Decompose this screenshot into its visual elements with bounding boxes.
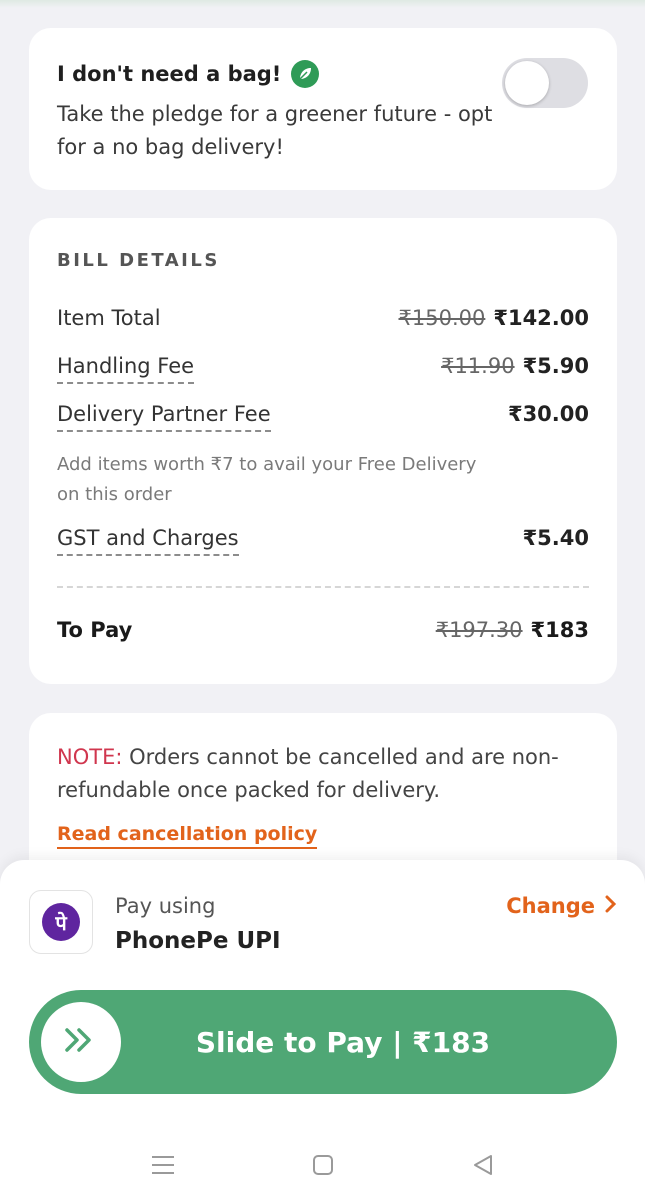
back-nav-button[interactable] (463, 1145, 503, 1185)
menu-icon (151, 1156, 174, 1174)
bill-divider (57, 586, 589, 588)
cancellation-note: NOTE: Orders cannot be cancelled and are… (57, 741, 597, 807)
double-chevron-right-icon (61, 1025, 101, 1059)
slide-handle[interactable] (41, 1002, 121, 1082)
bill-details-card: BILL DETAILS Item Total ₹150.00 ₹142.00 H… (29, 218, 617, 684)
no-bag-title: I don't need a bag! (57, 62, 282, 86)
item-total-label: Item Total (57, 306, 161, 330)
to-pay-row: To Pay ₹197.30 ₹183 (57, 618, 589, 642)
no-bag-card: I don't need a bag! Take the pledge for … (29, 28, 617, 190)
bill-details-heading: BILL DETAILS (57, 250, 220, 271)
to-pay-label: To Pay (57, 618, 133, 642)
toggle-knob (505, 61, 549, 105)
chevron-right-icon (605, 894, 617, 918)
back-triangle-icon (473, 1155, 492, 1175)
change-payment-button[interactable]: Change (506, 894, 617, 918)
to-pay-final: ₹183 (530, 618, 589, 642)
no-bag-toggle[interactable] (502, 58, 588, 108)
payment-method-name: PhonePe UPI (115, 928, 281, 954)
item-total-row: Item Total ₹150.00 ₹142.00 (57, 306, 589, 330)
handling-fee-final: ₹5.90 (522, 354, 589, 378)
system-nav-bar (0, 1130, 645, 1200)
item-total-original: ₹150.00 (398, 306, 486, 330)
delivery-fee-value: ₹30.00 (507, 402, 589, 426)
no-bag-title-row: I don't need a bag! (57, 60, 320, 88)
item-total-final: ₹142.00 (493, 306, 589, 330)
handling-fee-row: Handling Fee ₹11.90 ₹5.90 (57, 354, 589, 384)
pay-using-label: Pay using (115, 894, 216, 918)
leaf-icon (291, 60, 320, 88)
handling-fee-label[interactable]: Handling Fee (57, 354, 195, 384)
free-delivery-note: Add items worth ₹7 to avail your Free De… (57, 454, 477, 505)
gst-row: GST and Charges ₹5.40 (57, 526, 589, 556)
note-label: NOTE: (57, 745, 123, 769)
handling-fee-original: ₹11.90 (441, 354, 515, 378)
phonepe-icon: पे (42, 903, 80, 941)
handling-fee-value: ₹11.90 ₹5.90 (441, 354, 589, 378)
gst-label[interactable]: GST and Charges (57, 526, 239, 556)
delivery-fee-row: Delivery Partner Fee ₹30.00 (57, 402, 589, 432)
item-total-value: ₹150.00 ₹142.00 (399, 306, 590, 330)
top-edge (0, 0, 645, 8)
no-bag-subtitle: Take the pledge for a greener future - o… (57, 102, 493, 159)
to-pay-original: ₹197.30 (435, 618, 523, 642)
home-nav-button[interactable] (303, 1145, 343, 1185)
gst-value: ₹5.40 (522, 526, 589, 550)
to-pay-value: ₹197.30 ₹183 (436, 618, 589, 642)
delivery-fee-label[interactable]: Delivery Partner Fee (57, 402, 271, 432)
change-label: Change (506, 894, 595, 918)
home-square-icon (312, 1155, 333, 1175)
note-text: Orders cannot be cancelled and are non-r… (57, 745, 559, 802)
cancellation-policy-link[interactable]: Read cancellation policy (57, 823, 318, 849)
phonepe-logo: पे (29, 890, 93, 954)
menu-nav-button[interactable] (143, 1145, 183, 1185)
slide-to-pay-control[interactable]: Slide to Pay | ₹183 (29, 990, 617, 1094)
